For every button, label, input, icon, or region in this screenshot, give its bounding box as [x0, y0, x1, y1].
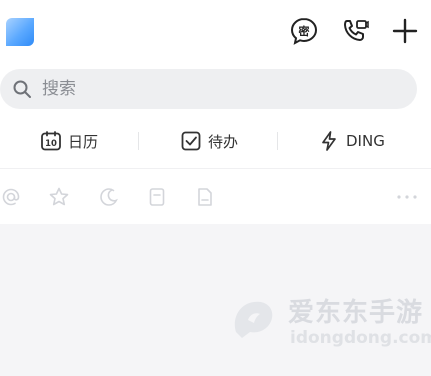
shortcut-bar: 10 日历 待办 DING: [0, 120, 431, 162]
secret-chat-label: 密: [298, 25, 310, 38]
todo-shortcut[interactable]: 待办: [180, 120, 238, 162]
add-icon[interactable]: [390, 16, 420, 46]
todo-label: 待办: [208, 132, 239, 151]
watermark-url: idongdong.com: [290, 328, 431, 348]
lightning-icon: [318, 130, 340, 152]
filter-bar: [0, 176, 431, 218]
watermark-logo-icon: [228, 294, 278, 344]
divider: [0, 168, 431, 169]
clock-icon[interactable]: [98, 186, 120, 208]
search-icon: [12, 79, 32, 99]
more-icon[interactable]: [394, 190, 420, 204]
secret-chat-icon[interactable]: 密: [289, 16, 319, 46]
separator: [138, 132, 139, 150]
app-logo[interactable]: [6, 18, 34, 46]
checkbox-icon: [180, 130, 202, 152]
calendar-shortcut[interactable]: 10 日历: [40, 120, 98, 162]
top-bar: 密: [0, 0, 431, 62]
ding-label: DING: [346, 132, 385, 150]
search-placeholder: 搜索: [42, 79, 76, 99]
at-mention-icon[interactable]: [0, 186, 22, 208]
separator: [277, 132, 278, 150]
calendar-icon-date: 10: [45, 139, 57, 149]
calendar-label: 日历: [68, 132, 99, 151]
calendar-icon: 10: [40, 130, 62, 152]
watermark-title: 爱东东手游: [288, 298, 424, 328]
watermark: 爱东东手游 idongdong.com: [228, 290, 431, 354]
star-icon[interactable]: [48, 186, 70, 208]
bookmark-icon[interactable]: [146, 186, 168, 208]
ding-shortcut[interactable]: DING: [318, 120, 385, 162]
phone-call-icon[interactable]: [339, 16, 369, 46]
file-icon[interactable]: [194, 186, 216, 208]
search-bar[interactable]: 搜索: [0, 69, 417, 109]
